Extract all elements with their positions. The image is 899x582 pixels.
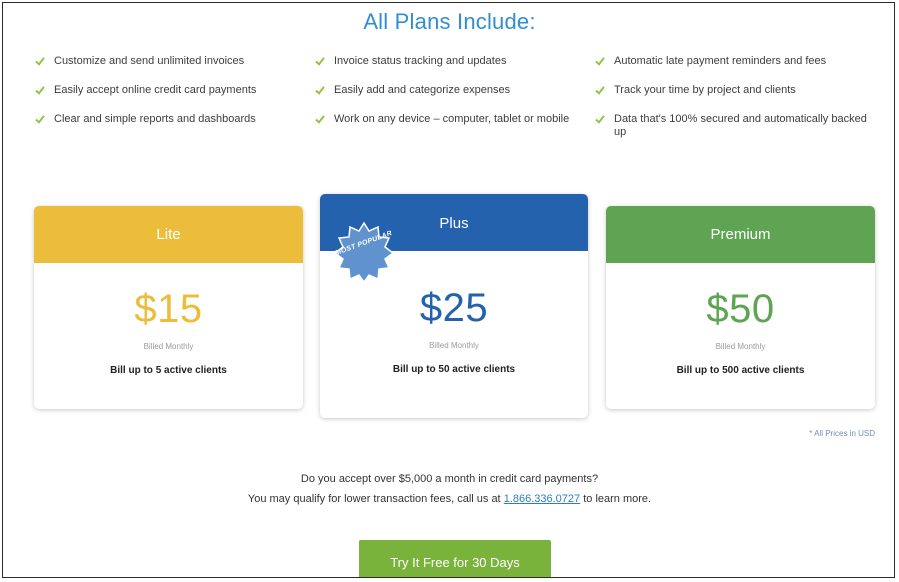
plan-name: Lite (34, 206, 303, 263)
most-popular-badge: MOST POPULAR (333, 221, 395, 283)
plan-clients: Bill up to 5 active clients (110, 365, 227, 376)
check-icon (315, 56, 325, 66)
check-icon (315, 114, 325, 124)
feature-item: Work on any device – computer, tablet or… (315, 113, 595, 139)
feature-item: Invoice status tracking and updates (315, 55, 595, 74)
plan-billing: Billed Monthly (429, 341, 479, 350)
check-icon (35, 114, 45, 124)
feature-text: Easily accept online credit card payment… (54, 84, 257, 96)
feature-item: Easily accept online credit card payment… (35, 84, 315, 103)
plan-name: Premium (606, 206, 875, 263)
plan-card-premium[interactable]: Premium $50 Billed Monthly Bill up to 50… (606, 206, 875, 409)
feature-text: Customize and send unlimited invoices (54, 55, 245, 67)
plan-price: $50 (706, 287, 775, 331)
feature-text: Data that's 100% secured and automatical… (614, 113, 867, 138)
callout-prefix: You may qualify for lower transaction fe… (247, 493, 501, 505)
page-title: All Plans Include: (363, 9, 536, 34)
feature-text: Invoice status tracking and updates (334, 55, 507, 67)
free-trial-button[interactable]: Try It Free for 30 Days (359, 540, 551, 577)
plan-price: $25 (419, 286, 489, 330)
plan-card-lite[interactable]: Lite $15 Billed Monthly Bill up to 5 act… (34, 206, 303, 409)
feature-text: Track your time by project and clients (614, 84, 796, 96)
feature-text: Easily add and categorize expenses (334, 84, 511, 96)
feature-item: Data that's 100% secured and automatical… (595, 113, 875, 139)
feature-item: Easily add and categorize expenses (315, 84, 595, 103)
feature-item: Track your time by project and clients (595, 84, 875, 103)
feature-item: Clear and simple reports and dashboards (35, 113, 315, 139)
feature-item: Customize and send unlimited invoices (35, 55, 315, 74)
check-icon (35, 85, 45, 95)
check-icon (35, 56, 45, 66)
page-frame: All Plans Include: Customize and send un… (2, 2, 895, 578)
check-icon (595, 85, 605, 95)
feature-text: Automatic late payment reminders and fee… (614, 55, 827, 67)
currency-note: * All Prices in USD (809, 429, 875, 438)
transaction-callout: You may qualify for lower transaction fe… (3, 489, 894, 509)
check-icon (595, 114, 605, 124)
callout-suffix: to learn more. (583, 493, 652, 505)
transaction-note: Do you accept over $5,000 a month in cre… (3, 469, 894, 509)
transaction-question: Do you accept over $5,000 a month in cre… (300, 473, 599, 485)
plan-billing: Billed Monthly (143, 342, 194, 351)
check-icon (315, 85, 325, 95)
feature-text: Work on any device – computer, tablet or… (334, 113, 570, 125)
feature-text: Clear and simple reports and dashboards (54, 113, 256, 125)
plan-billing: Billed Monthly (715, 342, 766, 351)
feature-item: Automatic late payment reminders and fee… (595, 55, 875, 74)
check-icon (595, 56, 605, 66)
features-list: Customize and send unlimited invoices In… (35, 55, 875, 139)
phone-link[interactable]: 1.866.336.0727 (504, 493, 580, 505)
plan-clients: Bill up to 500 active clients (676, 365, 805, 376)
plan-clients: Bill up to 50 active clients (392, 364, 516, 375)
plan-price: $15 (134, 287, 203, 331)
